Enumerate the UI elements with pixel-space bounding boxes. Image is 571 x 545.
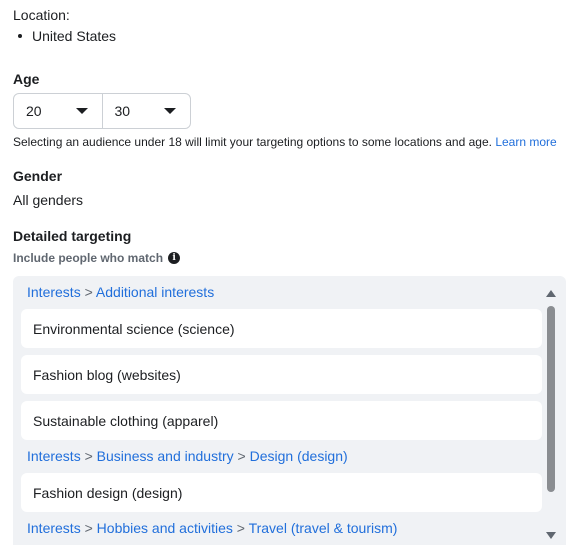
targeting-breadcrumb: Interests > Hobbies and activities > Tra…: [27, 520, 397, 536]
gender-value: All genders: [13, 192, 84, 208]
breadcrumb-link[interactable]: Additional interests: [96, 284, 214, 300]
breadcrumb-link[interactable]: Interests: [27, 448, 81, 464]
breadcrumb-link[interactable]: Design (design): [250, 448, 348, 464]
gender-title: Gender: [13, 168, 63, 184]
info-icon[interactable]: i: [168, 252, 181, 264]
scrollbar-thumb[interactable]: [547, 306, 555, 492]
targeting-item-label: Fashion blog (websites): [33, 366, 181, 383]
scrollbar[interactable]: [546, 288, 556, 545]
location-label: Location:: [13, 7, 70, 23]
breadcrumb-separator: >: [236, 520, 245, 536]
age-note: Selecting an audience under 18 will limi…: [13, 135, 557, 149]
breadcrumb-separator: >: [237, 448, 246, 464]
targeting-item-label: Sustainable clothing (apparel): [33, 412, 219, 429]
detailed-targeting-title: Detailed targeting: [13, 228, 132, 244]
age-range-selector: 20 30: [13, 93, 191, 129]
learn-more-link[interactable]: Learn more: [495, 135, 556, 149]
include-label: Include people who match i: [13, 251, 181, 265]
breadcrumb-link[interactable]: Interests: [27, 284, 81, 300]
location-item: United States: [18, 28, 116, 44]
age-min-dropdown[interactable]: 20: [14, 94, 102, 128]
breadcrumb-link[interactable]: Travel (travel & tourism): [249, 520, 398, 536]
targeting-item[interactable]: Environmental science (science): [21, 309, 542, 348]
breadcrumb-link[interactable]: Business and industry: [97, 448, 234, 464]
targeting-breadcrumb: Interests > Business and industry > Desi…: [27, 448, 348, 464]
breadcrumb-link[interactable]: Interests: [27, 520, 81, 536]
targeting-item[interactable]: Fashion design (design): [21, 473, 542, 512]
age-min-value: 20: [26, 103, 42, 119]
scroll-up-arrow-icon[interactable]: [546, 290, 556, 297]
scroll-down-arrow-icon[interactable]: [546, 532, 556, 539]
age-note-text: Selecting an audience under 18 will limi…: [13, 135, 492, 149]
targeting-item-label: Fashion design (design): [33, 484, 183, 501]
targeting-item[interactable]: Sustainable clothing (apparel): [21, 401, 542, 440]
audience-targeting-panel: Location: United States Age 20 30 Select…: [0, 0, 571, 545]
breadcrumb-separator: >: [84, 448, 93, 464]
age-title: Age: [13, 71, 40, 87]
caret-down-icon: [75, 108, 88, 114]
location-item-label: United States: [32, 28, 117, 44]
bullet-icon: [18, 34, 22, 38]
breadcrumb-link[interactable]: Hobbies and activities: [97, 520, 233, 536]
age-max-dropdown[interactable]: 30: [101, 94, 191, 128]
breadcrumb-separator: >: [84, 520, 93, 536]
caret-down-icon: [164, 108, 176, 114]
breadcrumb-separator: >: [84, 284, 93, 300]
targeting-list: Interests > Additional interests Environ…: [13, 276, 566, 545]
targeting-item-label: Environmental science (science): [33, 320, 235, 337]
targeting-breadcrumb: Interests > Additional interests: [27, 284, 214, 300]
age-max-value: 30: [114, 103, 131, 119]
targeting-item[interactable]: Fashion blog (websites): [21, 355, 542, 394]
include-label-text: Include people who match: [13, 251, 164, 265]
